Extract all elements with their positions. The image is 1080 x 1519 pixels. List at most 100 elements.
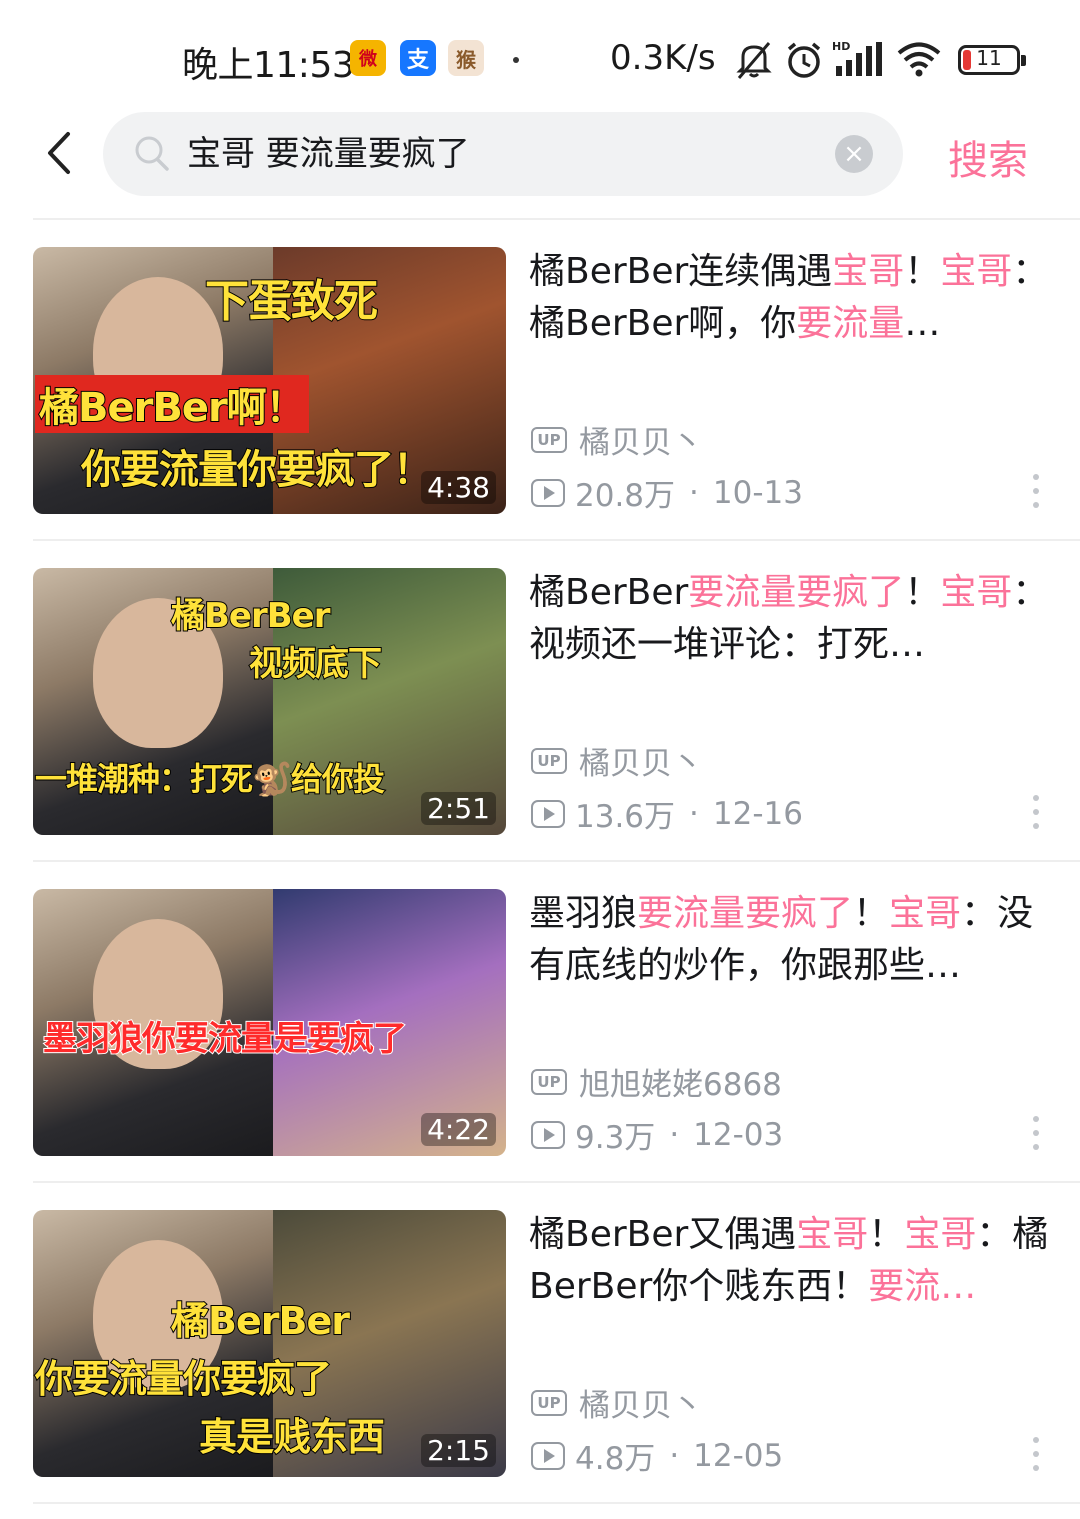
more-options-icon[interactable]: [1027, 1116, 1045, 1150]
video-thumbnail[interactable]: 橘BerBer 你要流量你要疯了真是贱东西 2:15: [33, 1210, 506, 1477]
network-speed: 0.3K/s: [610, 38, 716, 78]
notification-dot: [513, 57, 519, 63]
author-name: 橘贝贝丶: [579, 425, 703, 461]
video-author[interactable]: UP 橘贝贝丶: [531, 417, 703, 462]
play-count-icon: [531, 1441, 565, 1470]
title-keyword-highlight: 宝哥: [889, 893, 962, 934]
view-count: 4.8万: [575, 1441, 656, 1477]
wifi-icon: [897, 42, 941, 77]
thumbnail-caption: 你要流量你要疯了: [34, 1356, 333, 1402]
search-input[interactable]: 宝哥 要流量要疯了: [187, 112, 807, 196]
video-duration: 2:51: [421, 792, 496, 825]
search-results-list: 下蛋致死 橘BerBer啊！ 你要流量你要疯了！ 4:38 橘BerBer连续偶遇宝哥！…: [0, 220, 1080, 1504]
alarm-icon: [787, 42, 821, 78]
separator-dot: ·: [689, 474, 699, 511]
video-thumbnail[interactable]: 下蛋致死 橘BerBer啊！ 你要流量你要疯了！ 4:38: [33, 247, 506, 514]
chevron-left-icon: [48, 132, 70, 174]
publish-date: 12-05: [693, 1437, 784, 1474]
video-stats: 9.3万 · 12-03: [531, 1112, 783, 1157]
mute-bell-icon: [736, 42, 772, 79]
alipay-icon: 支: [400, 40, 436, 76]
video-stats: 20.8万 · 10-13: [531, 470, 803, 515]
thumbnail-caption: 一堆潮种：打死🐒给你投: [34, 759, 386, 799]
separator-dot: ·: [669, 1437, 680, 1474]
up-badge-icon: UP: [531, 1068, 567, 1095]
view-count: 13.6万: [575, 799, 676, 835]
more-options-icon[interactable]: [1027, 795, 1045, 829]
title-text: ！: [853, 893, 890, 934]
play-count-icon: [531, 478, 565, 507]
publish-date: 12-03: [693, 1116, 784, 1153]
title-keyword-highlight: 宝哥: [940, 251, 1013, 292]
thumbnail-caption: 墨羽狼你要流量是要疯了: [42, 1018, 408, 1060]
more-options-icon[interactable]: [1027, 1437, 1045, 1471]
svg-text:HD: HD: [832, 40, 850, 53]
video-duration: 4:22: [421, 1113, 496, 1146]
video-author[interactable]: UP 橘贝贝丶: [531, 1380, 703, 1425]
title-keyword-highlight: 要流量要疯了: [637, 893, 854, 934]
video-author[interactable]: UP 橘贝贝丶: [531, 738, 703, 783]
title-text: ！: [904, 572, 941, 613]
video-thumbnail[interactable]: 橘BerBer 视频底下一堆潮种：打死🐒给你投 2:51: [33, 568, 506, 835]
view-count: 20.8万: [575, 478, 676, 514]
battery-indicator: 11: [958, 45, 1026, 75]
author-name: 橘贝贝丶: [579, 746, 703, 782]
video-author[interactable]: UP 旭旭姥姥6868: [531, 1059, 782, 1104]
thumbnail-caption: 橘BerBer: [170, 1298, 351, 1344]
video-title[interactable]: 橘BerBer又偶遇宝哥！宝哥：橘BerBer你个贱东西！要流…: [529, 1209, 1049, 1313]
video-title[interactable]: 墨羽狼要流量要疯了！宝哥：没有底线的炒作，你跟那些…: [529, 888, 1049, 992]
publish-date: 12-16: [712, 795, 803, 832]
thumbnail-caption: 橘BerBer: [170, 595, 331, 637]
status-bar: 晚上11:53 微 支 猴 0.3K/s HD 11: [0, 0, 1080, 110]
more-options-icon[interactable]: [1027, 474, 1045, 508]
title-text: 橘BerBer连续偶遇: [529, 251, 833, 292]
status-time: 晚上11:53: [182, 45, 355, 86]
thumbnail-caption: 真是贱东西: [198, 1414, 386, 1460]
title-keyword-highlight: 宝哥: [796, 1214, 869, 1255]
video-result-item[interactable]: 橘BerBer 视频底下 一堆潮种：打死🐒给你投 2:51 橘BerBer要流量要疯了！…: [0, 541, 1080, 862]
video-stats: 4.8万 · 12-05: [531, 1433, 783, 1478]
thumbnail-caption: 橘BerBer啊！: [35, 375, 309, 433]
view-count: 9.3万: [575, 1120, 656, 1156]
thumbnail-caption: 视频底下: [248, 643, 383, 685]
title-text: 橘BerBer又偶遇: [529, 1214, 797, 1255]
play-count-icon: [531, 799, 565, 828]
video-result-item[interactable]: 下蛋致死 橘BerBer啊！ 你要流量你要疯了！ 4:38 橘BerBer连续偶遇宝哥！…: [0, 220, 1080, 541]
title-text: 橘BerBer: [529, 572, 689, 613]
clear-search-button[interactable]: ×: [835, 135, 873, 173]
up-badge-icon: UP: [531, 1389, 567, 1416]
up-badge-icon: UP: [531, 426, 567, 453]
search-box[interactable]: 宝哥 要流量要疯了 ×: [103, 112, 903, 196]
title-keyword-highlight: 要流量要疯了: [688, 572, 905, 613]
title-keyword-highlight: 要流…: [868, 1266, 977, 1307]
signal-icon: HD: [832, 40, 882, 76]
title-text: …: [904, 303, 941, 344]
title-text: ！: [868, 1214, 905, 1255]
up-badge-icon: UP: [531, 747, 567, 774]
separator-dot: ·: [669, 1116, 680, 1153]
video-thumbnail[interactable]: 墨羽狼你要流量是要疯了 4:22: [33, 889, 506, 1156]
title-text: 墨羽狼: [529, 893, 638, 934]
title-keyword-highlight: 宝哥: [940, 572, 1013, 613]
video-stats: 13.6万 · 12-16: [531, 791, 803, 836]
search-submit-button[interactable]: 搜索: [948, 128, 1028, 186]
battery-percent: 11: [976, 46, 1002, 70]
author-name: 橘贝贝丶: [579, 1388, 703, 1424]
video-duration: 2:15: [421, 1434, 496, 1467]
thumbnail-caption: 下蛋致死: [204, 275, 379, 328]
play-count-icon: [531, 1120, 565, 1149]
title-text: ！: [904, 251, 941, 292]
video-title[interactable]: 橘BerBer要流量要疯了！宝哥：视频还一堆评论：打死…: [529, 567, 1049, 671]
video-title[interactable]: 橘BerBer连续偶遇宝哥！宝哥：橘BerBer啊，你要流量…: [529, 246, 1049, 350]
author-name: 旭旭姥姥6868: [579, 1067, 782, 1103]
title-keyword-highlight: 宝哥: [904, 1214, 977, 1255]
search-icon: [135, 136, 169, 171]
title-keyword-highlight: 宝哥: [832, 251, 905, 292]
weibo-icon: 微: [350, 40, 386, 76]
back-button[interactable]: [36, 128, 86, 178]
video-result-item[interactable]: 墨羽狼你要流量是要疯了 4:22 墨羽狼要流量要疯了！宝哥：没有底线的炒作，你跟那些…: [0, 862, 1080, 1183]
title-keyword-highlight: 要流量: [796, 303, 905, 344]
video-duration: 4:38: [421, 471, 496, 504]
video-result-item[interactable]: 橘BerBer 你要流量你要疯了 真是贱东西 2:15 橘BerBer又偶遇宝哥！宝哥：…: [0, 1183, 1080, 1504]
separator-dot: ·: [689, 795, 699, 832]
